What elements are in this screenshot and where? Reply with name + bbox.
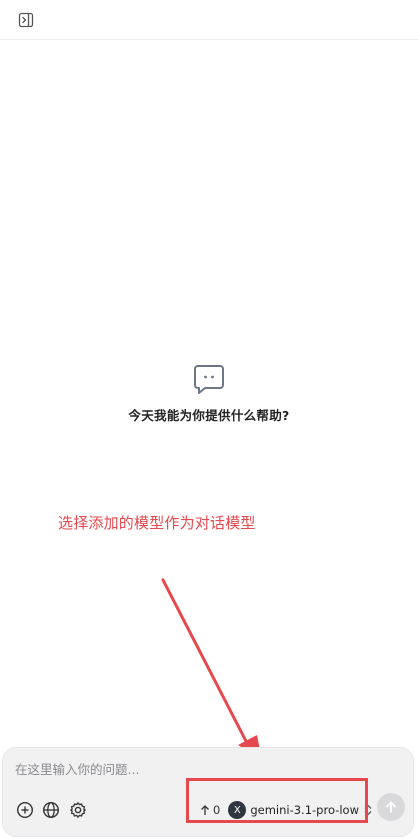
chat-bubble-icon bbox=[194, 365, 224, 394]
token-count-value: 0 bbox=[213, 803, 221, 817]
settings-button[interactable] bbox=[68, 800, 88, 820]
model-selector[interactable]: X gemini-3.1-pro-low bbox=[228, 801, 373, 819]
arrow-up-icon bbox=[386, 801, 396, 813]
question-input[interactable] bbox=[15, 762, 395, 777]
web-search-button[interactable] bbox=[41, 800, 61, 820]
model-name: gemini-3.1-pro-low bbox=[250, 803, 359, 817]
settings-icon bbox=[70, 802, 86, 818]
top-bar bbox=[0, 0, 418, 40]
arrow-up-small-icon bbox=[201, 805, 209, 815]
sidebar-expand-icon bbox=[18, 12, 34, 28]
globe-icon bbox=[42, 801, 60, 819]
model-area: 0 X gemini-3.1-pro-low bbox=[200, 800, 373, 820]
chevron-up-down-icon bbox=[364, 804, 372, 816]
empty-state: 今天我能为你提供什么帮助? bbox=[0, 362, 418, 424]
sidebar-toggle-button[interactable] bbox=[12, 6, 40, 34]
attach-button[interactable] bbox=[15, 800, 35, 820]
add-icon bbox=[16, 801, 34, 819]
empty-state-title: 今天我能为你提供什么帮助? bbox=[128, 408, 290, 423]
annotation-text: 选择添加的模型作为对话模型 bbox=[58, 514, 256, 532]
send-button[interactable] bbox=[377, 793, 405, 821]
token-count: 0 bbox=[200, 803, 220, 817]
model-avatar: X bbox=[228, 801, 247, 819]
